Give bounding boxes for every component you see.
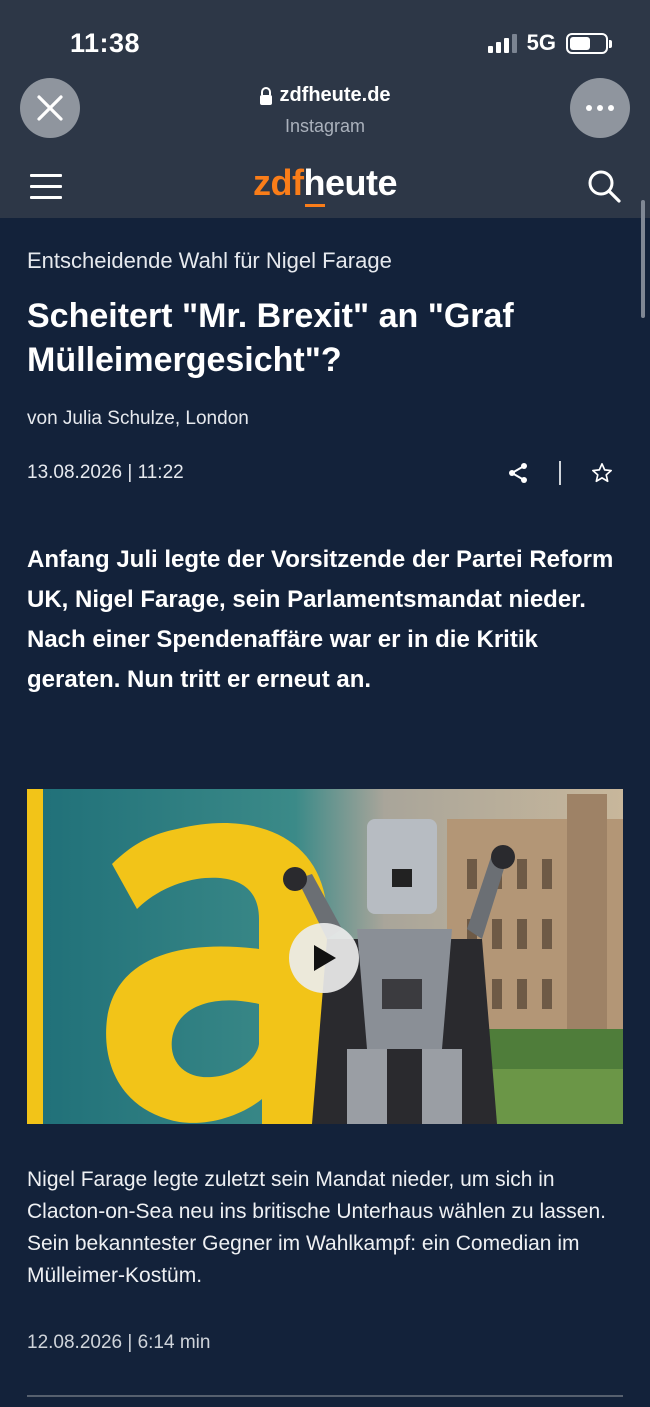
article-actions <box>507 461 613 485</box>
article: Entscheidende Wahl für Nigel Farage Sche… <box>27 248 623 700</box>
site-navbar: zdfheute <box>0 150 650 218</box>
share-icon[interactable] <box>507 462 529 484</box>
search-button[interactable] <box>586 168 622 204</box>
video-meta: 12.08.2026 | 6:14 min <box>27 1332 211 1353</box>
video-caption: Nigel Farage legte zuletzt sein Mandat n… <box>27 1168 606 1287</box>
logo-heute: heute <box>303 162 397 203</box>
article-headline: Scheitert "Mr. Brexit" an "Graf Mülleime… <box>27 297 514 379</box>
section-divider <box>27 1395 623 1397</box>
play-button[interactable] <box>289 923 359 993</box>
status-indicators: 5G <box>487 30 612 56</box>
url-source: Instagram <box>284 115 366 136</box>
battery-icon <box>566 32 612 54</box>
article-lead: Anfang Juli legte der Vorsitzende der Pa… <box>27 546 614 693</box>
scrollbar[interactable] <box>641 200 645 318</box>
network-label: 5G <box>526 30 556 55</box>
article-meta: 13.08.2026 | 11:22 <box>27 460 623 486</box>
article-author: von Julia Schulze, London <box>27 408 249 429</box>
lock-icon <box>260 86 273 105</box>
signal-icon <box>487 33 517 53</box>
url-domain: zdfheute.de <box>279 84 391 106</box>
search-icon <box>588 170 621 203</box>
article-kicker: Entscheidende Wahl für Nigel Farage <box>27 248 392 273</box>
more-button[interactable] <box>570 78 630 138</box>
logo-zdf: zdf <box>253 162 304 203</box>
status-time: 11:38 <box>70 28 141 58</box>
more-icon <box>586 105 614 111</box>
actions-divider <box>559 461 561 485</box>
browser-chrome: 11:38 5G zdfheute.de Instagram zdfheute <box>0 0 650 218</box>
play-icon <box>314 945 336 971</box>
star-icon[interactable] <box>591 462 613 484</box>
video-player[interactable] <box>27 789 623 1124</box>
site-logo[interactable]: zdfheute <box>0 162 650 204</box>
address-bar[interactable]: zdfheute.de Instagram <box>0 84 650 137</box>
article-date: 13.08.2026 | 11:22 <box>27 462 184 483</box>
